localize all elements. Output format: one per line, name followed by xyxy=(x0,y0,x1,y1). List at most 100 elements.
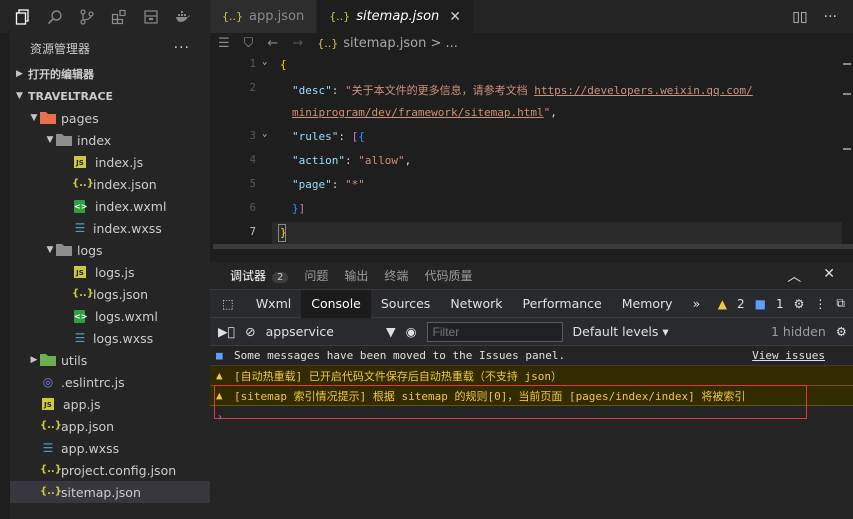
tab-app-json[interactable]: {..} app.json xyxy=(210,0,318,33)
tree-item[interactable]: ▼ index xyxy=(10,129,210,151)
tree-item[interactable]: {..} project.config.json xyxy=(10,459,210,481)
tab-wxml[interactable]: Wxml xyxy=(246,290,301,318)
file-tree: ▼ pages ▼ index JS index.js {..} index.json <> in… xyxy=(10,107,210,503)
hidden-count: 1 hidden xyxy=(770,324,826,339)
json-key: "rules" xyxy=(292,130,339,143)
code-line: "rules": [{ xyxy=(292,130,365,143)
search-icon[interactable] xyxy=(46,8,64,26)
tree-item-label: index.js xyxy=(95,154,144,170)
filter-input[interactable] xyxy=(426,321,563,342)
tree-item[interactable]: ◎ .eslintrc.js xyxy=(10,371,210,393)
js-file-icon: JS xyxy=(74,156,86,168)
tab-memory[interactable]: Memory xyxy=(612,290,683,318)
chevron-up-icon[interactable]: ︿ xyxy=(787,266,801,286)
eye-icon[interactable]: ◉ xyxy=(406,324,417,339)
dock-icon[interactable]: ⧉ xyxy=(836,296,845,311)
editor-actions: ▯▯ ··· xyxy=(792,0,853,33)
extensions-icon[interactable] xyxy=(110,8,128,26)
tree-item[interactable]: {..} logs.json xyxy=(10,283,210,305)
warning-count[interactable]: 2 xyxy=(737,297,745,311)
fold-chevron-icon[interactable]: ⌄ xyxy=(262,57,267,67)
close-icon[interactable]: ✕ xyxy=(823,266,835,286)
console-toolbar: ▶⃞ ⊘ appservice ▼ ◉ Default levels ▾ 1 hi… xyxy=(210,318,853,346)
console-settings-icon[interactable]: ⚙ xyxy=(836,324,853,339)
storage-icon[interactable] xyxy=(142,8,160,26)
context-label: appservice xyxy=(265,324,334,339)
tree-item[interactable]: JS index.js xyxy=(10,151,210,173)
tree-item-label: logs.js xyxy=(95,264,135,280)
tree-item[interactable]: <> logs.wxml xyxy=(10,305,210,327)
tree-item-label: app.js xyxy=(63,396,101,412)
split-editor-icon[interactable]: ▯▯ xyxy=(792,9,807,25)
tab-console[interactable]: Console xyxy=(301,289,371,318)
context-select[interactable]: appservice ▼ xyxy=(266,324,396,339)
levels-select[interactable]: Default levels ▾ xyxy=(573,324,669,339)
tree-item[interactable]: JS logs.js xyxy=(10,261,210,283)
code-editor[interactable]: 1 2 3 4 5 6 7 ⌄ ⌄ { "desc": "关于本文件的更多信息，… xyxy=(210,53,853,250)
breadcrumb-file[interactable]: {..} sitemap.json > ... xyxy=(317,36,458,51)
minimap[interactable] xyxy=(841,53,853,250)
chevron-down-icon: ▼ xyxy=(16,91,23,101)
tree-item-label: index.wxml xyxy=(95,198,167,214)
view-issues-link[interactable]: View issues xyxy=(752,349,825,362)
tab-terminal[interactable]: 终端 xyxy=(384,267,408,284)
tree-item[interactable]: ▼ pages xyxy=(10,107,210,129)
json-file-icon: {..} xyxy=(222,10,243,23)
sidebar-toggle-icon[interactable]: ▶⃞ xyxy=(218,324,235,339)
tree-item[interactable]: ☰ logs.wxss xyxy=(10,327,210,349)
console-prompt-icon[interactable]: › xyxy=(218,412,222,423)
tab-code-quality[interactable]: 代码质量 xyxy=(424,267,472,284)
settings-gear-icon[interactable]: ⚙ xyxy=(794,297,805,311)
horizontal-scrollbar[interactable] xyxy=(213,244,853,249)
tab-label: 调试器 xyxy=(230,269,267,283)
code-line: "desc": "关于本文件的更多信息，请参考文档 https://develo… xyxy=(292,84,753,97)
open-editors-section[interactable]: ▶ 打开的编辑器 xyxy=(10,63,210,85)
editor-tabs: {..} app.json {..} sitemap.json ✕ ▯▯ ··· xyxy=(210,0,853,33)
tree-item[interactable]: JS app.js xyxy=(10,393,210,415)
more-actions-icon[interactable]: ··· xyxy=(174,40,190,56)
back-arrow-icon[interactable]: ← xyxy=(267,36,278,51)
folder-icon xyxy=(40,111,56,125)
json-file-icon: {..} xyxy=(40,486,62,497)
doc-link[interactable]: https://developers.weixin.qq.com/ xyxy=(534,84,753,97)
tab-problems[interactable]: 问题 xyxy=(304,267,328,284)
tree-item[interactable]: {..} app.json xyxy=(10,415,210,437)
forward-arrow-icon[interactable]: → xyxy=(292,36,303,51)
tree-item[interactable]: <> index.wxml xyxy=(10,195,210,217)
current-line-highlight xyxy=(272,222,842,244)
tab-debugger[interactable]: 调试器 2 xyxy=(230,267,289,284)
doc-link[interactable]: miniprogram/dev/framework/sitemap.html xyxy=(292,106,544,119)
tree-item[interactable]: ☰ app.wxss xyxy=(10,437,210,459)
tree-item[interactable]: {..} index.json xyxy=(10,173,210,195)
more-tabs-icon[interactable]: » xyxy=(683,290,711,318)
close-icon[interactable]: ✕ xyxy=(449,9,461,25)
tab-sources[interactable]: Sources xyxy=(371,290,440,318)
tab-network[interactable]: Network xyxy=(440,290,512,318)
tree-item[interactable]: {..} sitemap.json xyxy=(10,481,210,503)
eslint-file-icon: ◎ xyxy=(42,375,54,389)
code-line: "action": "allow", xyxy=(292,154,412,167)
folder-icon xyxy=(56,133,72,147)
project-section[interactable]: ▼ TRAVELTRACE xyxy=(10,85,210,107)
json-key: "desc" xyxy=(292,84,332,97)
breadcrumb-separator: > xyxy=(430,35,442,51)
bookmark-icon[interactable]: ⛉ xyxy=(244,36,254,51)
docker-icon[interactable] xyxy=(174,8,192,26)
list-icon[interactable]: ☰ xyxy=(218,36,230,51)
source-control-icon[interactable] xyxy=(78,8,96,26)
inspect-icon[interactable]: ⬚ xyxy=(210,290,246,318)
info-count[interactable]: 1 xyxy=(776,297,784,311)
tab-output[interactable]: 输出 xyxy=(344,267,368,284)
fold-chevron-icon[interactable]: ⌄ xyxy=(262,129,267,139)
project-label: TRAVELTRACE xyxy=(28,89,114,103)
tab-performance[interactable]: Performance xyxy=(513,290,612,318)
more-icon[interactable]: ··· xyxy=(824,9,837,25)
tree-item[interactable]: ☰ index.wxss xyxy=(10,217,210,239)
explorer-icon[interactable] xyxy=(14,8,32,26)
tree-item[interactable]: ▼ logs xyxy=(10,239,210,261)
clear-console-icon[interactable]: ⊘ xyxy=(245,324,255,339)
kebab-menu-icon[interactable]: ⋮ xyxy=(814,297,826,311)
tab-sitemap-json[interactable]: {..} sitemap.json ✕ xyxy=(317,0,474,33)
tree-item[interactable]: ▶ utils xyxy=(10,349,210,371)
warning-icon: ▲ xyxy=(216,369,223,382)
